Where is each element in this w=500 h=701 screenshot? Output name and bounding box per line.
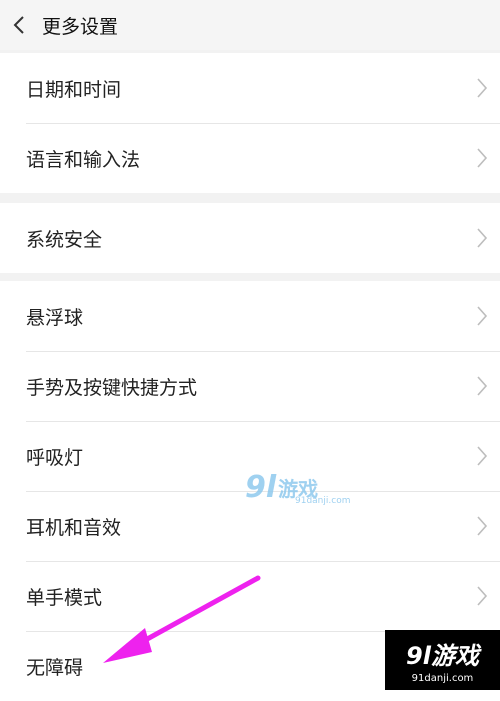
- settings-item-gestures-shortcuts[interactable]: 手势及按键快捷方式: [0, 351, 500, 421]
- watermark: 9l 游戏 91danji.com: [245, 470, 350, 506]
- chevron-right-icon: [477, 78, 488, 98]
- settings-item-date-time[interactable]: 日期和时间: [0, 53, 500, 123]
- corner-logo-main: 9l游戏: [406, 642, 479, 670]
- chevron-right-icon: [477, 148, 488, 168]
- settings-item-language-input[interactable]: 语言和输入法: [0, 123, 500, 193]
- chevron-right-icon: [477, 228, 488, 248]
- settings-item-label: 无障碍: [26, 656, 84, 679]
- settings-item-label: 手势及按键快捷方式: [26, 376, 198, 399]
- watermark-url: 91danji.com: [295, 496, 351, 506]
- top-bar: 更多设置: [0, 0, 500, 50]
- chevron-right-icon: [477, 446, 488, 466]
- settings-item-label: 日期和时间: [26, 78, 122, 101]
- watermark-logo: 9l: [245, 470, 277, 505]
- chevron-left-icon: [13, 16, 24, 34]
- chevron-right-icon: [477, 516, 488, 536]
- settings-item-label: 语言和输入法: [26, 148, 141, 171]
- settings-item-label: 单手模式: [26, 586, 103, 609]
- settings-group-1: 日期和时间 语言和输入法: [0, 53, 500, 193]
- settings-item-label: 呼吸灯: [26, 446, 84, 469]
- chevron-right-icon: [477, 376, 488, 396]
- settings-item-one-hand-mode[interactable]: 单手模式: [0, 561, 500, 631]
- back-button[interactable]: [0, 0, 38, 50]
- settings-item-label: 悬浮球: [26, 306, 84, 329]
- corner-logo: 9l游戏 91danji.com: [385, 630, 500, 690]
- page-title: 更多设置: [42, 15, 119, 38]
- settings-item-floating-ball[interactable]: 悬浮球: [0, 281, 500, 351]
- chevron-right-icon: [477, 306, 488, 326]
- settings-group-2: 系统安全: [0, 203, 500, 273]
- settings-item-label: 耳机和音效: [26, 516, 122, 539]
- chevron-right-icon: [477, 586, 488, 606]
- settings-item-label: 系统安全: [26, 228, 103, 251]
- corner-logo-url: 91danji.com: [411, 673, 474, 684]
- settings-item-system-security[interactable]: 系统安全: [0, 203, 500, 273]
